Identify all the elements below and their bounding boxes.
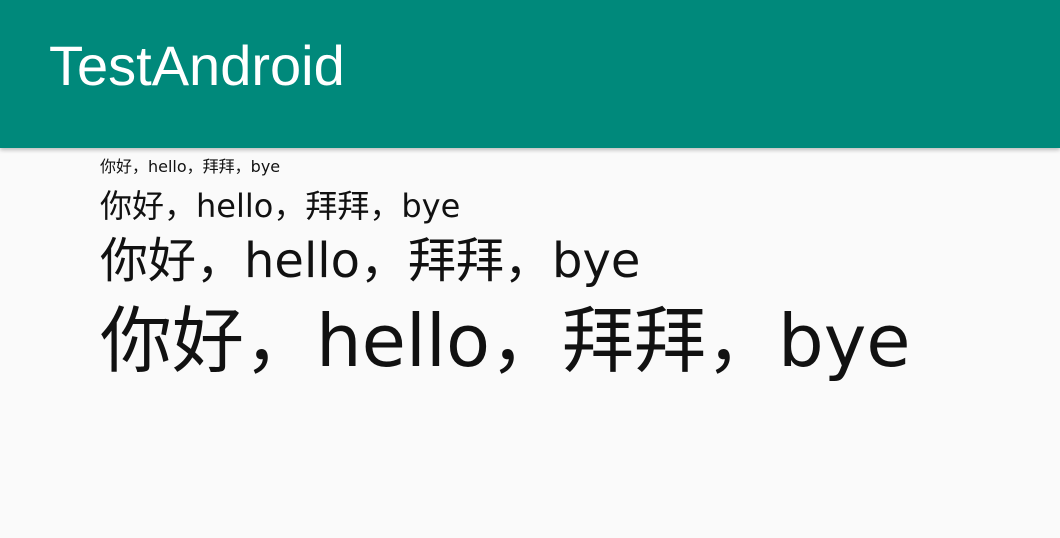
toolbar-title: TestAndroid (49, 34, 345, 97)
text-line-large: 你好，hello，拜拜，bye (100, 233, 641, 289)
text-line-xlarge: 你好，hello，拜拜，bye (100, 299, 911, 383)
text-line-medium: 你好，hello，拜拜，bye (100, 187, 461, 225)
text-content: 你好，hello，拜拜，bye 你好，hello，拜拜，bye 你好，hello… (100, 150, 911, 389)
text-line-small: 你好，hello，拜拜，bye (100, 157, 281, 176)
app-screen: TestAndroid 你好，hello，拜拜，bye 你好，hello，拜拜，… (0, 0, 1060, 538)
app-toolbar: TestAndroid (0, 0, 1060, 148)
